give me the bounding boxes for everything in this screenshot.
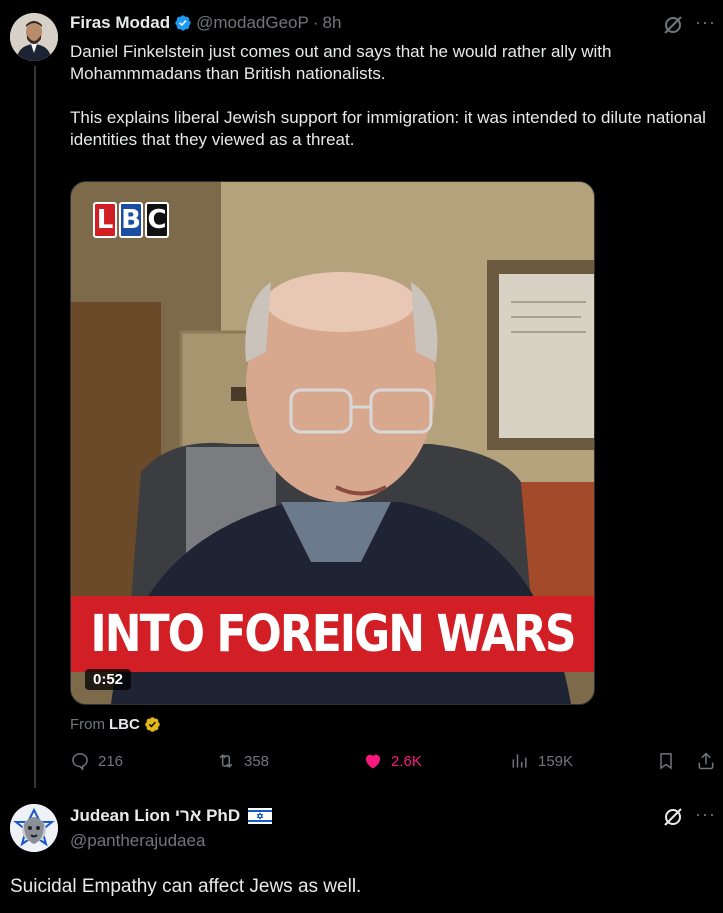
avatar-image bbox=[10, 13, 58, 61]
bookmark-icon bbox=[660, 753, 672, 770]
views-icon bbox=[512, 754, 527, 768]
tweet-header: Judean Lion ארי PhD bbox=[70, 806, 273, 826]
separator: · bbox=[312, 13, 319, 32]
bookmark-button[interactable] bbox=[656, 751, 676, 771]
handle[interactable]: @pantherajudaea bbox=[70, 831, 205, 851]
video-caption: INTO FOREIGN WARS bbox=[90, 604, 576, 664]
grok-icon[interactable] bbox=[662, 14, 684, 36]
tweet-text: Suicidal Empathy can affect Jews as well… bbox=[10, 876, 362, 897]
logo-letter: L bbox=[93, 202, 117, 238]
media-source: From LBC bbox=[70, 716, 161, 733]
avatar[interactable] bbox=[10, 804, 58, 852]
more-icon[interactable]: ··· bbox=[695, 12, 716, 33]
logo-letter: B bbox=[119, 202, 143, 238]
gold-verified-icon bbox=[145, 717, 160, 732]
logo-letter: C bbox=[145, 202, 169, 238]
avatar[interactable] bbox=[10, 13, 58, 61]
views-button[interactable]: 159K bbox=[510, 751, 573, 771]
more-icon[interactable]: ··· bbox=[695, 804, 716, 825]
reply-count: 216 bbox=[98, 752, 124, 770]
tweet-paragraph: Daniel Finkelstein just comes out and sa… bbox=[70, 42, 612, 83]
display-name[interactable]: Firas Modad bbox=[70, 13, 170, 33]
reply-icon bbox=[72, 753, 88, 771]
grok-icon[interactable] bbox=[662, 806, 684, 828]
video-caption-bar: INTO FOREIGN WARS bbox=[71, 596, 594, 672]
action-bar: 216 358 2.6K 159K bbox=[70, 751, 720, 775]
reply-button[interactable]: 216 bbox=[70, 751, 123, 771]
display-name[interactable]: Judean Lion ארי PhD bbox=[70, 806, 240, 826]
like-count: 2.6K bbox=[391, 752, 422, 770]
tweet-paragraph: This explains liberal Jewish support for… bbox=[70, 108, 706, 149]
verified-badge-icon[interactable] bbox=[174, 14, 192, 32]
source-name[interactable]: LBC bbox=[109, 716, 140, 733]
video-player[interactable]: L B C INTO FOREIGN WARS 0:52 bbox=[70, 181, 595, 705]
like-button[interactable]: 2.6K bbox=[363, 751, 422, 771]
tweet-header: Firas Modad @modadGeoP · 8h bbox=[70, 13, 341, 33]
israel-flag-icon bbox=[248, 808, 273, 824]
avatar-image bbox=[10, 804, 58, 852]
repost-count: 358 bbox=[244, 752, 270, 770]
repost-button[interactable]: 358 bbox=[216, 751, 269, 771]
lbc-logo: L B C bbox=[93, 202, 169, 238]
share-icon bbox=[698, 752, 714, 770]
thread-line bbox=[34, 66, 36, 788]
share-button[interactable] bbox=[696, 751, 716, 771]
heart-icon bbox=[365, 754, 381, 769]
video-duration: 0:52 bbox=[85, 669, 132, 690]
timestamp[interactable]: 8h bbox=[323, 13, 342, 33]
view-count: 159K bbox=[538, 752, 574, 770]
tweet-text: Daniel Finkelstein just comes out and sa… bbox=[70, 41, 710, 151]
repost-icon bbox=[219, 754, 233, 768]
from-label: From bbox=[70, 716, 105, 733]
handle[interactable]: @modadGeoP bbox=[196, 13, 309, 33]
